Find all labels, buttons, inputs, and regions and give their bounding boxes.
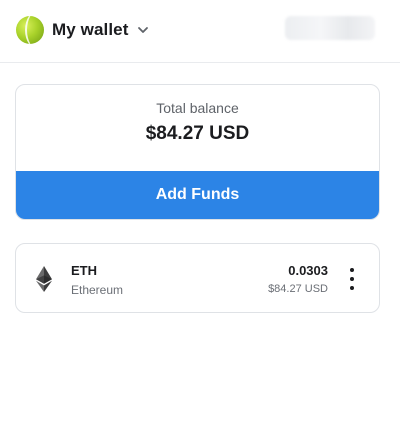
- asset-name: Ethereum: [71, 283, 124, 297]
- more-vertical-icon[interactable]: [347, 268, 357, 290]
- chevron-down-icon: [136, 23, 150, 37]
- wallet-switcher[interactable]: My wallet: [16, 14, 150, 46]
- ethereum-icon: [36, 266, 52, 292]
- asset-amount: 0.0303: [288, 263, 328, 278]
- wallet-name: My wallet: [52, 20, 129, 39]
- wallet-header: My wallet: [0, 0, 400, 63]
- wallet-avatar-icon: [16, 16, 44, 44]
- asset-fiat-value: $84.27 USD: [268, 283, 328, 295]
- asset-row-eth[interactable]: ETH Ethereum 0.0303 $84.27 USD: [15, 243, 380, 313]
- balance-card: Total balance $84.27 USD Add Funds: [15, 84, 380, 220]
- asset-symbol: ETH: [71, 263, 97, 278]
- total-balance-value: $84.27 USD: [145, 123, 250, 144]
- total-balance-label: Total balance: [156, 100, 239, 116]
- add-funds-button[interactable]: Add Funds: [16, 171, 379, 219]
- account-address-chip[interactable]: [285, 16, 375, 40]
